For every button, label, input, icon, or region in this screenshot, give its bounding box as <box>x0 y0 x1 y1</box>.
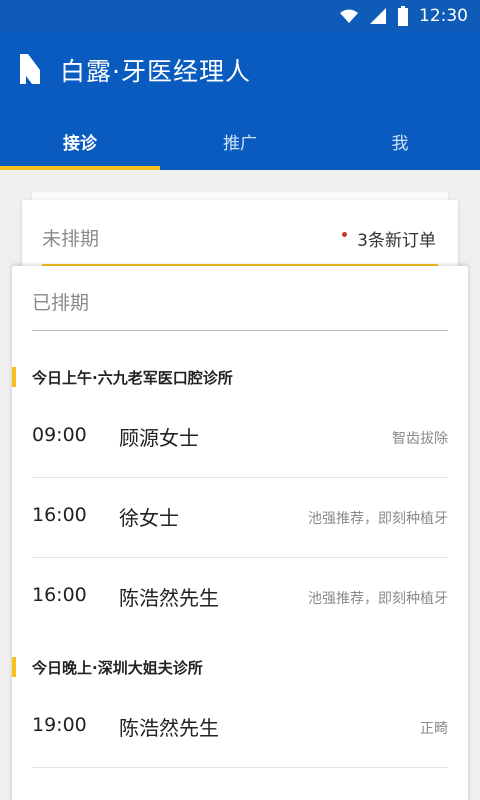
section-title: 今日晚上·深圳大姐夫诊所 <box>32 658 203 677</box>
tab-reception[interactable]: 接诊 <box>0 112 160 170</box>
status-time: 12:30 <box>419 6 468 26</box>
app-logo-icon <box>20 54 40 84</box>
tab-promotion[interactable]: 推广 <box>160 112 320 170</box>
signal-icon <box>370 8 386 24</box>
tab-label: 接诊 <box>63 133 97 154</box>
wifi-icon <box>340 9 358 23</box>
patient-name: 徐女士 <box>119 506 179 530</box>
appointment-row[interactable]: 16:00 徐女士 池强推荐，即刻种植牙 <box>32 478 448 558</box>
battery-icon <box>398 6 408 26</box>
appointment-note: 池强推荐，即刻种植牙 <box>308 591 448 607</box>
scheduled-card: 已排期 今日上午·六九老军医口腔诊所 09:00 顾源女士 智齿拔除 16:00… <box>12 266 468 800</box>
app-bar: 白露·牙医经理人 <box>0 32 480 112</box>
appointment-row[interactable]: 16:00 陈浩然先生 池强推荐，即刻种植牙 <box>32 558 448 638</box>
appointment-note: 正畸 <box>420 721 448 737</box>
new-dot-icon <box>342 232 348 237</box>
scheduled-label: 已排期 <box>32 292 90 314</box>
tab-label: 我 <box>391 133 409 154</box>
appointment-time: 16:00 <box>32 504 87 526</box>
section-marker <box>12 367 16 387</box>
tab-bar: 接诊 推广 我 <box>0 112 480 170</box>
appointment-time: 09:00 <box>32 424 87 446</box>
appointment-row[interactable]: 09:00 顾源女士 智齿拔除 <box>32 398 448 478</box>
app-title: 白露·牙医经理人 <box>60 57 251 86</box>
appointment-row[interactable]: 19:00 陈浩然先生 正畸 <box>32 688 448 768</box>
appointment-note: 池强推荐，即刻种植牙 <box>308 511 448 527</box>
status-bar: 12:30 <box>0 0 480 32</box>
new-orders-badge[interactable]: 3条新订单 <box>342 226 436 251</box>
section-header: 今日上午·六九老军医口腔诊所 <box>12 366 233 388</box>
patient-name: 陈浩然先生 <box>119 586 219 610</box>
tab-me[interactable]: 我 <box>320 112 480 170</box>
tab-label: 推广 <box>223 133 257 154</box>
patient-name: 顾源女士 <box>119 426 199 450</box>
appointment-time: 19:00 <box>32 714 87 736</box>
section-header: 今日晚上·深圳大姐夫诊所 <box>12 656 203 678</box>
scheduled-divider <box>32 330 448 331</box>
section-title: 今日上午·六九老军医口腔诊所 <box>32 368 233 387</box>
section-marker <box>12 657 16 677</box>
unscheduled-label: 未排期 <box>42 228 100 250</box>
appointment-note: 智齿拔除 <box>392 431 448 447</box>
patient-name: 陈浩然先生 <box>119 716 219 740</box>
new-orders-text: 3条新订单 <box>357 231 436 251</box>
tab-indicator <box>0 166 160 170</box>
appointment-time: 16:00 <box>32 584 87 606</box>
row-divider <box>32 767 448 768</box>
